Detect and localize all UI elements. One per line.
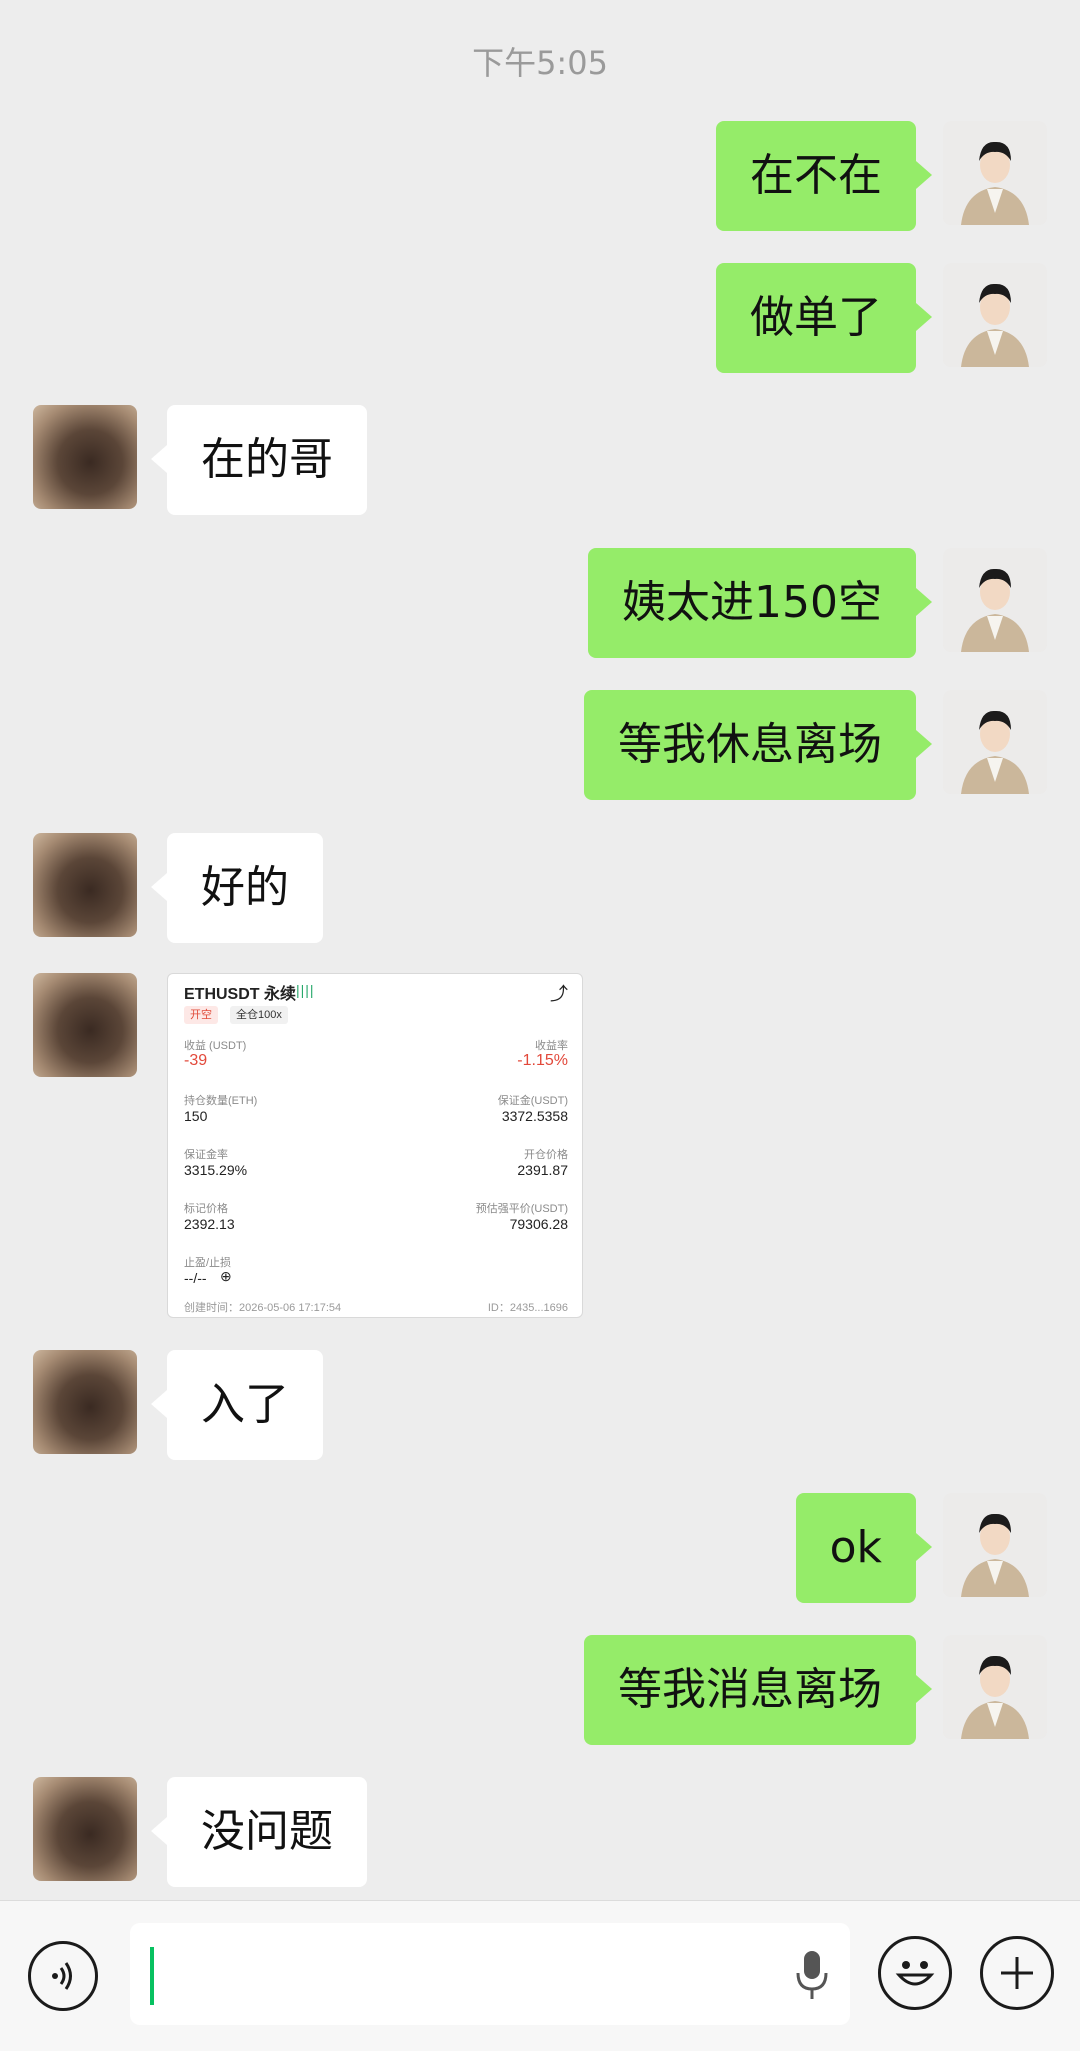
person-avatar-icon [943,263,1047,367]
message-bubble-received[interactable]: 入了 [151,1350,323,1460]
person-avatar-icon [943,690,1047,794]
margin-ratio-value: 3315.29% [184,1162,248,1178]
voice-waves-icon [52,1962,72,1990]
my-avatar[interactable] [943,1635,1047,1739]
person-avatar-icon [943,1493,1047,1597]
mark-price-label: 标记价格 [184,1203,228,1215]
my-avatar[interactable] [943,548,1047,652]
chat-input-bar [0,1900,1080,2051]
mic-icon[interactable] [792,1947,832,2003]
contact-avatar[interactable] [33,833,137,937]
person-avatar-icon [943,1635,1047,1739]
message-bubble-sent[interactable]: 等我消息离场 [584,1635,932,1745]
tpsl-value: --/-- [184,1270,207,1286]
message-input[interactable] [130,1923,850,2025]
message-bubble-sent[interactable]: 等我休息离场 [584,690,932,800]
plus-icon[interactable] [980,1936,1054,2010]
text-cursor [150,1947,154,2005]
tag-cross-leverage: 全仓100x [230,1006,288,1024]
message-bubble-received[interactable]: 在的哥 [151,405,367,515]
message-bubble-received[interactable]: 没问题 [151,1777,367,1887]
position-screenshot-card[interactable]: ETHUSDT 永续 |||| ⤴ 开空 全仓100x 收益 (USDT) -3… [167,973,583,1318]
contact-avatar[interactable] [33,973,137,1077]
message-bubble-sent[interactable]: 姨太进150空 [588,548,932,658]
open-price-value: 2391.87 [517,1162,568,1178]
card-title: ETHUSDT 永续 [184,986,297,1003]
open-price-label: 开仓价格 [524,1149,568,1161]
add-tpsl-icon: ⊕ [220,1268,232,1284]
mark-price-value: 2392.13 [184,1216,235,1232]
qty-value: 150 [184,1108,208,1124]
plus-sign-icon [1001,1957,1033,1989]
my-avatar[interactable] [943,1493,1047,1597]
pnl-value: -39 [184,1052,208,1069]
liq-price-label: 预估强平价(USDT) [475,1203,568,1215]
margin-ratio-label: 保证金率 [184,1149,228,1161]
my-avatar[interactable] [943,263,1047,367]
my-avatar[interactable] [943,121,1047,225]
person-avatar-icon [943,548,1047,652]
my-avatar[interactable] [943,690,1047,794]
chat-timestamp: 下午5:05 [472,44,608,82]
card-created-time: 创建时间：2026-05-06 17:17:54 [184,1302,342,1314]
message-bubble-received[interactable]: 好的 [151,833,323,943]
roe-value: -1.15% [517,1052,568,1069]
voice-icon[interactable] [28,1941,98,2011]
qty-label: 持仓数量(ETH) [184,1095,258,1107]
roe-label: 收益率 [535,1040,568,1052]
message-bubble-sent[interactable]: 做单了 [716,263,932,373]
message-bubble-sent[interactable]: 在不在 [716,121,932,231]
margin-value: 3372.5358 [501,1108,568,1124]
contact-avatar[interactable] [33,405,137,509]
person-avatar-icon [943,121,1047,225]
smile-face-icon [895,1961,935,1986]
share-icon: ⤴ [550,984,568,1004]
contact-avatar[interactable] [33,1350,137,1454]
contact-avatar[interactable] [33,1777,137,1881]
card-order-id: ID：2435...1696 [487,1302,568,1314]
tag-open-short: 开空 [184,1006,218,1024]
liq-price-value: 79306.28 [509,1216,568,1232]
card-leverage-bars: |||| [296,982,315,998]
emoji-icon[interactable] [878,1936,952,2010]
message-bubble-sent[interactable]: ok [795,1493,933,1603]
pnl-label: 收益 (USDT) [184,1040,247,1052]
margin-label: 保证金(USDT) [497,1095,568,1107]
